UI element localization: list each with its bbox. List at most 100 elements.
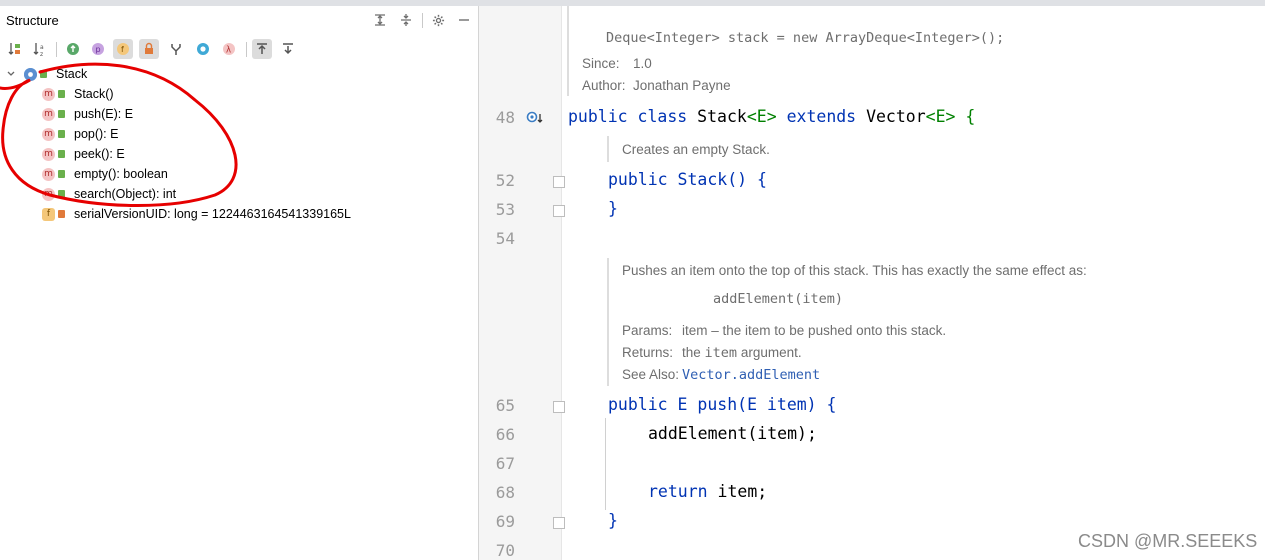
doc-comment-bar [567,6,569,96]
keyword: public [608,395,668,414]
doc-author-label: Author: [582,78,626,93]
code-line-69[interactable]: } [608,511,618,530]
structure-panel: Structure az p f λ Stack m Stack() m pus… [0,6,478,560]
expand-all-icon[interactable] [371,11,389,29]
implemented-by-icon[interactable] [526,110,546,131]
doc-seealso-label: See Also: [622,367,680,382]
show-fields-icon[interactable]: f [113,39,133,59]
sort-by-visibility-icon[interactable] [5,39,25,59]
doc-comment-bar [607,258,609,386]
show-anonymous-classes-icon[interactable] [166,39,186,59]
member-label: empty(): boolean [74,167,168,181]
code-line-66[interactable]: addElement(item); [648,424,817,443]
member-label: Stack() [74,87,114,101]
method-icon: m [42,147,55,161]
public-visibility-icon [58,170,65,178]
method-icon: m [42,87,55,101]
code-line-68[interactable]: return item; [648,482,767,501]
private-lock-icon [58,210,65,218]
autoscroll-to-source-icon[interactable] [252,39,272,59]
header-separator [422,13,423,28]
keyword: class [637,107,688,126]
public-visibility-icon [58,190,65,198]
doc-text: Pushes an item onto the top of this stac… [622,263,1087,278]
code-text: item; [707,482,768,501]
code-line-48[interactable]: public class Stack<E> extends Vector<E> … [568,107,975,126]
doc-code-snippet: addElement(item) [713,291,844,307]
editor-gutter [479,6,562,560]
show-inherited-icon[interactable] [63,39,83,59]
indent-guide [605,418,606,510]
class-icon [24,67,37,81]
line-number: 66 [495,425,515,444]
code-line-65[interactable]: public E push(E item) { [608,395,837,414]
member-label: search(Object): int [74,187,177,201]
method-icon: m [42,127,55,141]
public-visibility-icon [58,90,65,98]
show-non-public-icon[interactable] [139,39,159,59]
public-visibility-icon [40,70,47,78]
keyword: return [648,482,708,501]
show-lambda-icon[interactable]: λ [219,39,239,59]
fold-marker-icon[interactable] [553,401,565,413]
autoscroll-from-source-icon[interactable] [278,39,298,59]
fold-marker-icon[interactable] [553,517,565,529]
toolbar-separator [56,42,57,57]
line-number: 67 [495,454,515,473]
tree-member-item[interactable]: m empty(): boolean [42,164,168,184]
returns-text: argument. [740,345,802,360]
tree-member-item[interactable]: m pop(): E [42,124,118,144]
keyword: public [608,170,668,189]
line-number: 52 [495,171,515,190]
watermark: CSDN @MR.SEEEKS [1078,531,1258,551]
svg-text:f: f [121,45,124,54]
minimize-icon[interactable] [455,11,473,29]
tree-member-item[interactable]: m push(E): E [42,104,133,124]
public-visibility-icon [58,110,65,118]
doc-since-label: Since: [582,56,620,71]
line-number: 48 [495,108,515,127]
tree-member-item[interactable]: m search(Object): int [42,184,176,204]
keyword: public [568,107,628,126]
field-icon: f [42,207,55,221]
svg-text:a: a [40,44,44,51]
tree-member-item[interactable]: f serialVersionUID: long = 1224463164541… [42,204,351,224]
doc-comment-bar [607,136,609,162]
method-signature: E push(E item) { [677,395,837,414]
svg-text:z: z [40,51,43,57]
doc-seealso-link[interactable]: Vector.addElement [682,367,820,383]
doc-returns-value: the item argument. [682,345,802,361]
sort-alphabetically-icon[interactable]: az [30,39,50,59]
method-icon: m [42,187,55,201]
chevron-down-icon[interactable] [4,69,18,79]
doc-author-value: Jonathan Payne [633,78,731,93]
doc-since-value: 1.0 [633,56,652,71]
line-number: 68 [495,483,515,502]
line-number: 54 [495,229,515,248]
code-line-53[interactable]: } [608,199,618,218]
class-name: Stack [56,67,88,81]
show-properties-icon[interactable]: p [88,39,108,59]
collapse-all-icon[interactable] [397,11,415,29]
gear-icon[interactable] [429,11,447,29]
structure-toolbar: az p f λ [0,36,478,62]
fold-marker-icon[interactable] [553,205,565,217]
svg-text:λ: λ [226,46,231,56]
member-label: peek(): E [74,147,125,161]
class-identifier: Stack [697,107,747,126]
brace: { [955,107,976,126]
panel-title: Structure [6,13,59,28]
tree-member-item[interactable]: m peek(): E [42,144,125,164]
method-icon: m [42,167,55,181]
toolbar-separator [246,42,247,57]
code-line-52[interactable]: public Stack() { [608,170,767,189]
panel-header: Structure [0,6,478,34]
constructor-signature: Stack() { [677,170,767,189]
method-icon: m [42,107,55,121]
tree-class-node[interactable]: Stack [4,64,87,84]
tree-member-item[interactable]: m Stack() [42,84,114,104]
show-lambdas-icon[interactable] [193,39,213,59]
line-number: 53 [495,200,515,219]
fold-marker-icon[interactable] [553,176,565,188]
doc-params-label: Params: [622,323,673,338]
